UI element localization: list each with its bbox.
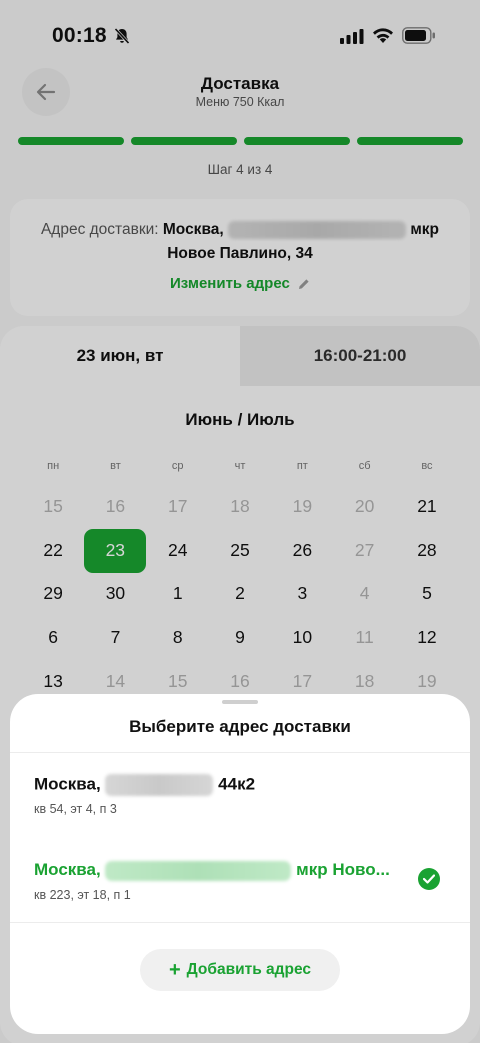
sheet-title: Выберите адрес доставки (129, 717, 351, 736)
address-picker-sheet: Выберите адрес доставки Москва, 44к2 кв … (10, 694, 470, 1034)
add-address-label: Добавить адрес (186, 961, 312, 978)
checkmark-icon (418, 868, 440, 890)
address-option-title: Москва, 44к2 (34, 774, 255, 796)
address-option-city: Москва, (34, 774, 101, 794)
address-option-title: Москва, мкр Ново... (34, 860, 390, 881)
address-option-city: Москва, (34, 860, 101, 879)
address-option-selected[interactable]: Москва, мкр Ново... кв 223, эт 18, п 1 (10, 860, 470, 940)
address-redacted (105, 860, 292, 881)
address-option-tail: мкр Ново... (296, 860, 390, 879)
divider (10, 752, 470, 753)
add-address-button[interactable]: + Добавить адрес (140, 949, 340, 991)
address-redacted (105, 774, 214, 796)
sheet-drag-handle[interactable] (222, 700, 258, 704)
address-option-details: кв 223, эт 18, п 1 (34, 888, 131, 902)
divider (10, 922, 470, 923)
address-option[interactable]: Москва, 44к2 кв 54, эт 4, п 3 (10, 774, 470, 854)
plus-icon: + (168, 959, 181, 981)
address-option-details: кв 54, эт 4, п 3 (34, 802, 117, 816)
address-option-tail: 44к2 (218, 774, 256, 794)
